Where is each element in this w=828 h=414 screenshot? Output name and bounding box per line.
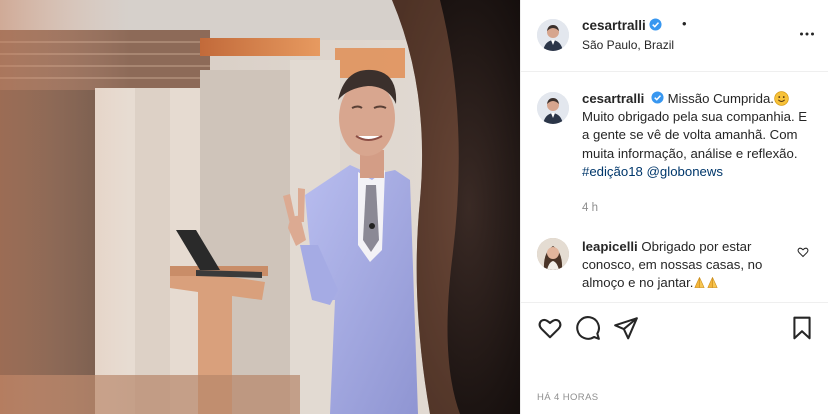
caption-author-avatar[interactable] xyxy=(537,92,569,124)
caption-text: cesartralli Missão Cumprida. Muito obrig… xyxy=(582,90,814,181)
caption-line-1: Missão Cumprida. xyxy=(667,91,774,106)
post-side-panel: cesartralli • São Paulo, Brazil cesartra… xyxy=(520,0,828,414)
caption-time[interactable]: 4 h xyxy=(582,202,598,214)
commenter-avatar[interactable] xyxy=(537,238,569,270)
comment-text: leapicelli Obrigado por estar conosco, e… xyxy=(582,238,796,293)
share-icon[interactable] xyxy=(613,315,639,341)
verified-badge-icon xyxy=(649,18,662,31)
post-image xyxy=(0,0,520,414)
caption-username[interactable]: cesartralli xyxy=(582,91,644,106)
folded-hands-emoji xyxy=(694,277,706,289)
header-separator-dot: • xyxy=(682,16,687,31)
post-timestamp[interactable]: HÁ 4 HORAS xyxy=(537,392,599,403)
more-options-icon[interactable] xyxy=(799,26,815,42)
author-username-text[interactable]: cesartralli xyxy=(582,18,646,33)
smiling-face-emoji xyxy=(774,91,789,106)
post-actions-bar xyxy=(521,302,828,354)
author-avatar[interactable] xyxy=(537,19,569,51)
caption-mention[interactable]: @globonews xyxy=(647,164,723,179)
folded-hands-emoji xyxy=(707,277,719,289)
post-photo[interactable] xyxy=(0,0,520,414)
bookmark-icon[interactable] xyxy=(789,315,815,341)
post-header: cesartralli • São Paulo, Brazil xyxy=(521,0,828,72)
comment-username[interactable]: leapicelli xyxy=(582,239,638,254)
author-username[interactable]: cesartralli xyxy=(582,18,662,33)
verified-badge-icon xyxy=(651,91,664,104)
post-location[interactable]: São Paulo, Brazil xyxy=(582,38,674,52)
comment-icon[interactable] xyxy=(575,315,601,341)
heart-icon[interactable] xyxy=(537,315,563,341)
caption-hashtag[interactable]: #edição18 xyxy=(582,164,643,179)
comment-like-heart-icon[interactable] xyxy=(797,246,809,258)
caption-line-2: Muito obrigado pela sua companhia. E a g… xyxy=(582,109,808,161)
